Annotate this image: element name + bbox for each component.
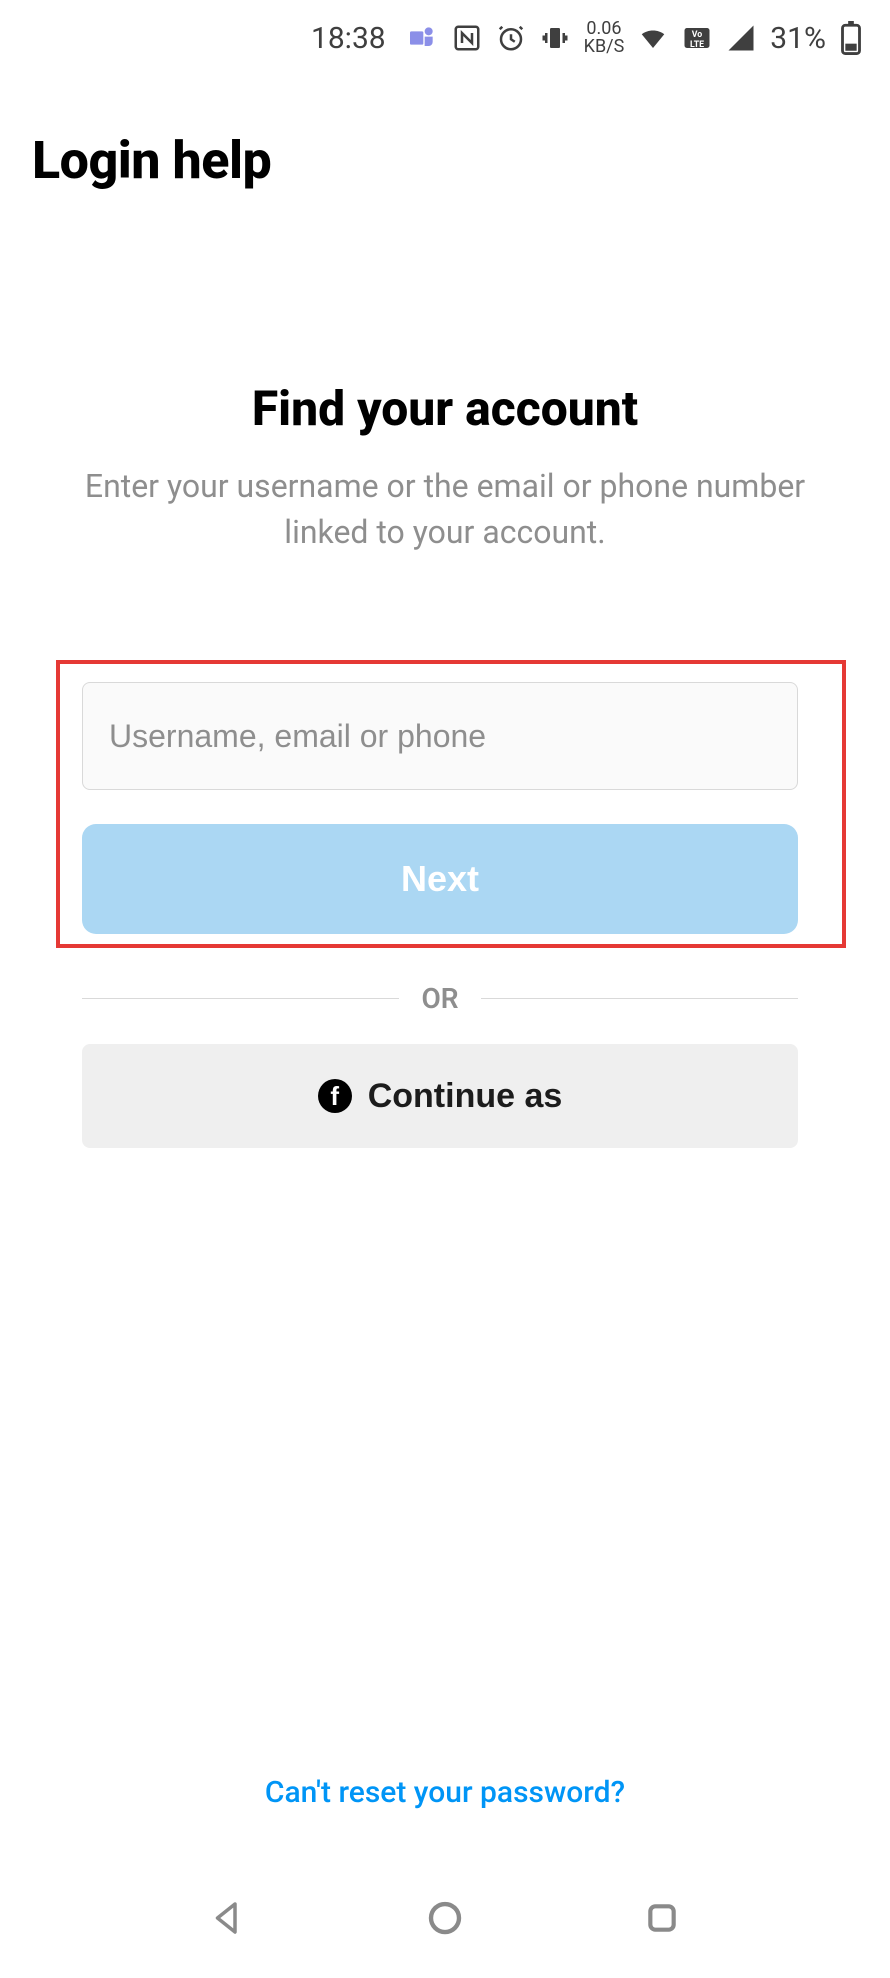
android-nav-bar (0, 1858, 890, 1978)
status-clock: 18:38 (311, 21, 386, 56)
battery-percent: 31% (770, 21, 826, 56)
kbs-unit: KB/S (584, 38, 625, 56)
divider-line-right (481, 998, 798, 999)
network-speed-indicator: 0.06 KB/S (584, 20, 625, 56)
find-account-subtitle: Enter your username or the email or phon… (0, 463, 890, 556)
or-divider: OR (82, 982, 798, 1015)
nav-recents-button[interactable] (632, 1888, 692, 1948)
vibrate-icon (540, 23, 570, 53)
wifi-icon (638, 23, 668, 53)
or-label: OR (421, 982, 458, 1015)
cant-reset-password-link[interactable]: Can't reset your password? (0, 1775, 890, 1810)
svg-text:Vo: Vo (692, 30, 703, 40)
teams-icon (406, 22, 438, 54)
page-title: Login help (32, 130, 271, 191)
cellular-signal-icon (726, 23, 756, 53)
alarm-icon (496, 23, 526, 53)
username-input-wrap (82, 682, 798, 790)
nfc-icon (452, 23, 482, 53)
username-input[interactable] (82, 682, 798, 790)
continue-facebook-label: Continue as (368, 1077, 563, 1116)
find-account-heading: Find your account (0, 380, 890, 437)
facebook-icon: f (318, 1079, 352, 1113)
divider-line-left (82, 998, 399, 999)
continue-facebook-button[interactable]: f Continue as (82, 1044, 798, 1148)
status-bar: 18:38 0.06 KB/S VoLTE 31% (0, 0, 890, 76)
nav-back-button[interactable] (198, 1888, 258, 1948)
volte-icon: VoLTE (682, 23, 712, 53)
next-button[interactable]: Next (82, 824, 798, 934)
svg-text:LTE: LTE (690, 40, 704, 50)
nav-home-button[interactable] (415, 1888, 475, 1948)
battery-icon (840, 21, 862, 55)
